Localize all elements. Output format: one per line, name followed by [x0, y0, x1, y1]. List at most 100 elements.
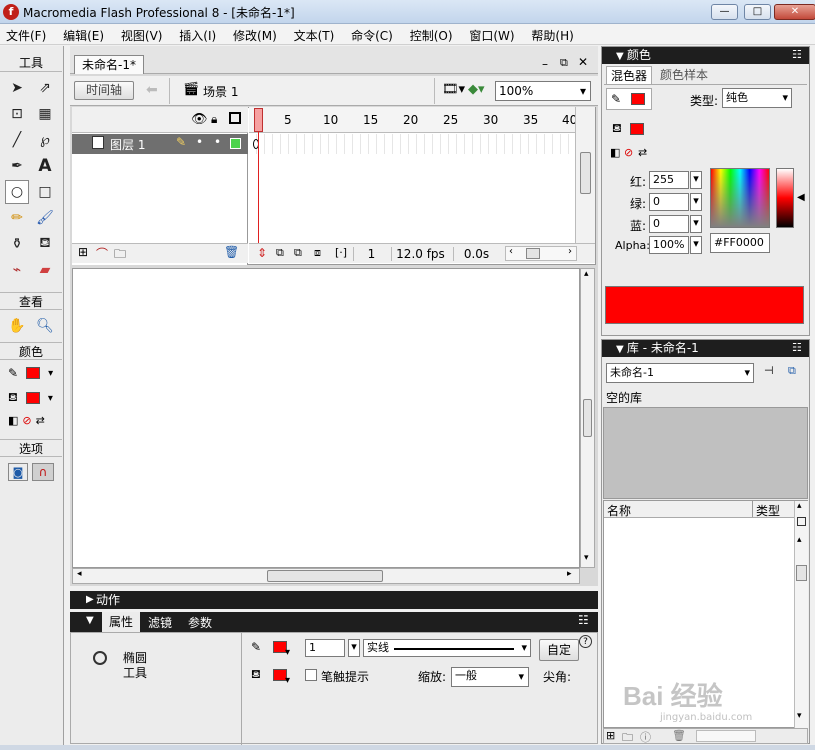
menu-help[interactable]: 帮助(H) [525, 24, 580, 44]
red-dropdown[interactable]: ▾ [690, 171, 702, 189]
panel-menu-icon[interactable]: ☷ [792, 48, 802, 61]
timeline-hscroll[interactable]: ‹ › [505, 246, 577, 261]
menu-commands[interactable]: 命令(C) [345, 24, 400, 44]
mixer-fill-swatch[interactable] [630, 123, 644, 135]
stroke-width-input[interactable]: 1 [305, 639, 345, 657]
tab-filters[interactable]: 滤镜 [148, 614, 172, 631]
alpha-input[interactable]: 100% [649, 236, 689, 254]
arrow-tool-icon[interactable]: ➤ [5, 76, 29, 100]
properties-icon[interactable]: ⓘ [640, 729, 651, 745]
timeline-toggle-button[interactable]: 时间轴 [74, 81, 134, 100]
tab-mixer[interactable]: 混色器 [606, 66, 652, 84]
fill-type-select[interactable]: 纯色 ▾ [722, 88, 792, 108]
text-tool-icon[interactable]: A [33, 154, 57, 178]
tab-properties[interactable]: 属性 [102, 612, 140, 632]
pen-tool-icon[interactable]: ✒ [5, 154, 29, 178]
eyedropper-tool-icon[interactable]: ⌁ [5, 258, 29, 282]
stage-canvas[interactable] [72, 268, 580, 568]
stroke-width-dropdown[interactable]: ▾ [348, 639, 360, 657]
lock-dot-icon[interactable]: • [214, 135, 221, 149]
scroll-down-icon[interactable]: ▾ [584, 553, 589, 563]
custom-stroke-button[interactable]: 自定 [539, 639, 579, 661]
scroll-left-icon[interactable]: ◂ [77, 569, 82, 579]
outline-icon[interactable] [229, 112, 241, 124]
line-tool-icon[interactable]: ╱ [5, 128, 29, 152]
black-white-icon[interactable]: ◧ [8, 414, 18, 427]
fill-color-swatch[interactable] [25, 392, 40, 404]
swap-colors-icon[interactable]: ⇄ [36, 414, 45, 427]
free-transform-tool-icon[interactable]: ⊡ [5, 102, 29, 126]
stage-hscroll[interactable]: ◂ ▸ [72, 568, 580, 584]
trash-icon[interactable]: 🗑︎ [224, 245, 239, 259]
playhead[interactable] [254, 108, 263, 263]
scroll-left-icon[interactable]: ‹ [509, 246, 513, 257]
lock-icon[interactable]: 🔒︎ [211, 112, 217, 127]
edit-symbol-icon[interactable]: ◆▾ [468, 82, 485, 97]
red-input[interactable]: 255 [649, 171, 689, 189]
library-doc-select[interactable]: 未命名-1 ▾ [606, 363, 754, 383]
stage-vscroll-thumb[interactable] [583, 399, 592, 437]
doc-restore-icon[interactable]: ⧉ [560, 56, 568, 70]
collapse-arrow-icon[interactable]: ▼ [86, 615, 94, 626]
scroll-down-icon[interactable]: ▾ [797, 711, 802, 721]
hand-tool-icon[interactable]: ✋ [5, 314, 29, 338]
actions-panel-bar[interactable]: ▶ 动作 [70, 591, 598, 609]
onion-markers-icon[interactable]: [·] [335, 246, 347, 259]
pin-library-icon[interactable]: ⊣ [764, 364, 774, 377]
blue-dropdown[interactable]: ▾ [690, 215, 702, 233]
scale-select[interactable]: 一般 ▾ [451, 667, 529, 687]
ink-bottle-tool-icon[interactable]: ⚱ [5, 232, 29, 256]
mixer-stroke-swatch[interactable] [631, 93, 645, 105]
new-symbol-icon[interactable]: ⊞ [606, 729, 615, 742]
layer-outline-color[interactable] [230, 138, 241, 149]
stroke-color-swatch[interactable] [26, 367, 41, 379]
brush-tool-icon[interactable]: 🖌 [33, 206, 57, 230]
tab-parameters[interactable]: 参数 [188, 614, 212, 631]
scroll-thumb[interactable] [526, 248, 540, 259]
eraser-tool-icon[interactable]: ▰ [33, 258, 57, 282]
menu-edit[interactable]: 编辑(E) [57, 24, 111, 44]
add-guide-icon[interactable]: ⌒ [96, 245, 108, 262]
hex-input[interactable]: #FF0000 [710, 233, 770, 253]
green-input[interactable]: 0 [649, 193, 689, 211]
no-color-icon[interactable]: ⊘ [624, 146, 633, 159]
menu-window[interactable]: 窗口(W) [463, 24, 521, 44]
visible-dot-icon[interactable]: • [196, 135, 203, 149]
add-folder-icon[interactable]: 🗀︎ [114, 245, 126, 266]
stage-hscroll-thumb[interactable] [267, 570, 383, 582]
object-drawing-icon[interactable]: ◙ [8, 463, 28, 481]
menu-insert[interactable]: 插入(I) [173, 24, 223, 44]
onion-outline-icon[interactable]: ⧉ [294, 246, 302, 260]
tab-swatches[interactable]: 颜色样本 [660, 67, 708, 83]
edit-multiple-icon[interactable]: ⧈ [314, 246, 321, 260]
wide-view-icon[interactable] [797, 517, 806, 526]
center-frame-icon[interactable]: ⇕ [257, 246, 267, 260]
oval-tool-icon[interactable]: ○ [5, 180, 29, 204]
new-library-icon[interactable]: ⧉ [788, 364, 796, 378]
color-spectrum[interactable] [710, 168, 770, 228]
edit-scene-icon[interactable]: 🎞︎▾ [442, 82, 465, 97]
add-layer-icon[interactable]: ⊞ [78, 245, 88, 259]
brightness-slider[interactable] [776, 168, 794, 228]
library-panel-header[interactable]: ▼ 库 - 未命名-1 [602, 340, 809, 357]
scroll-right-icon[interactable]: › [568, 246, 572, 257]
scroll-up-icon[interactable]: ▴ [584, 269, 589, 279]
menu-modify[interactable]: 修改(M) [227, 24, 284, 44]
playhead-handle[interactable] [254, 108, 263, 132]
layer-row[interactable]: 图层 1 ✎ • • [72, 134, 248, 154]
stage-vscroll[interactable]: ▴ ▾ [580, 268, 595, 568]
minimize-button[interactable]: — [711, 4, 738, 20]
lasso-tool-icon[interactable]: ℘ [33, 128, 57, 152]
eye-icon[interactable]: 👁︎ [191, 112, 208, 127]
green-dropdown[interactable]: ▾ [690, 193, 702, 211]
panel-menu-icon[interactable]: ☷ [792, 341, 802, 354]
stroke-color-box[interactable]: ✎ [606, 88, 652, 110]
maximize-button[interactable]: □ [744, 4, 771, 20]
panel-menu-icon[interactable]: ☷ [578, 613, 589, 627]
timeline-vscroll[interactable] [575, 107, 595, 243]
swap-colors-icon[interactable]: ⇄ [638, 146, 647, 159]
library-hscroll[interactable] [696, 730, 756, 742]
help-icon[interactable]: ? [579, 635, 592, 648]
col-name[interactable]: 名称 [607, 502, 631, 519]
scroll-up-icon[interactable]: ▴ [797, 501, 802, 511]
